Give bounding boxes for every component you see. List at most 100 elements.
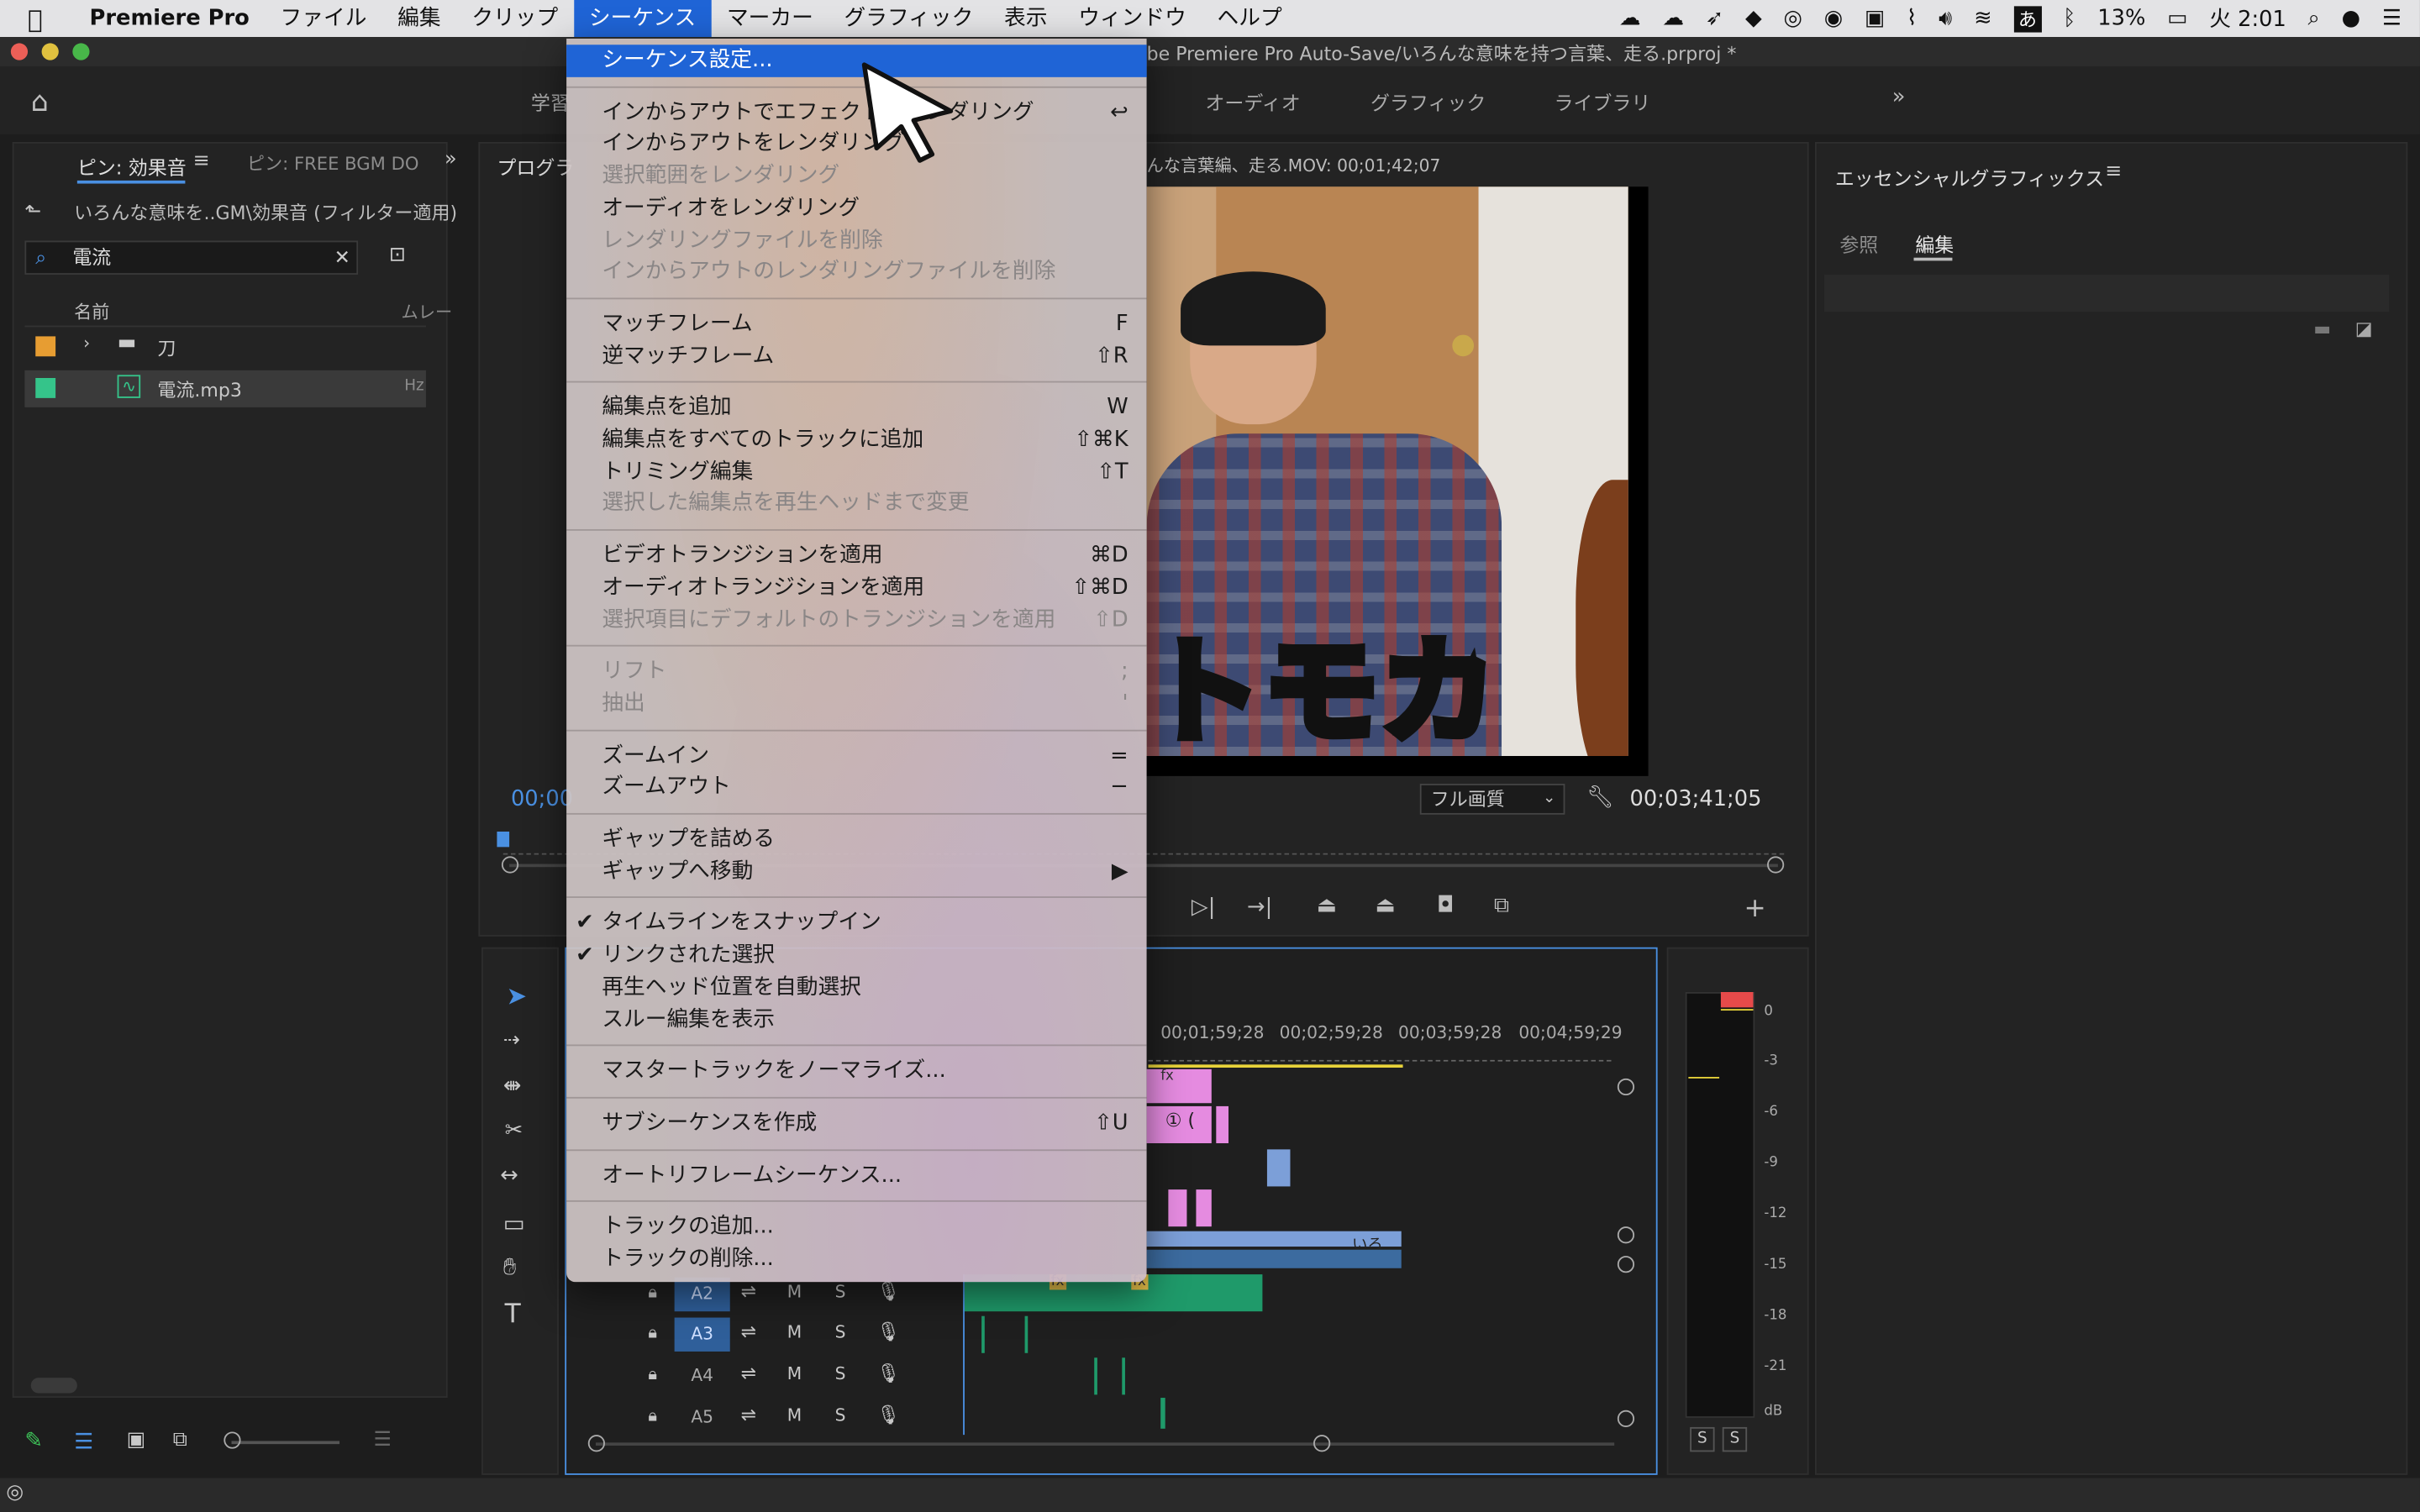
dropbox-icon[interactable]: ◆ [1745,6,1762,30]
clock[interactable]: 火 2:01 [2209,3,2286,34]
program-tab[interactable]: プログラ [497,151,574,181]
audio-clip[interactable] [1146,1249,1402,1268]
column-name[interactable]: 名前 [74,299,109,323]
audio-clip[interactable] [981,1315,1028,1353]
menu-item[interactable]: 編集点をすべてのトラックに追加 ⇧⌘K [566,424,1147,457]
display-icon[interactable]: ▣ [1865,6,1885,30]
lift-icon[interactable]: ⏏ [1317,893,1337,917]
menu-item[interactable]: オーディオをレンダリング [566,192,1147,225]
video-clip[interactable] [1146,1068,1212,1104]
microphone-icon[interactable]: 🎙︎ [876,1320,900,1342]
menu-item[interactable]: リンクされた選択 ✔ [566,940,1147,973]
solo-button[interactable]: S [835,1322,846,1342]
menu-item[interactable]: インからアウトでエフェクトをレンダリング ↩ [566,97,1147,129]
track-target[interactable]: A5 [675,1401,730,1435]
audio-clip[interactable] [1160,1398,1165,1429]
sync-lock-icon[interactable]: ⇌ [741,1320,756,1342]
new-layer-icon[interactable]: ◪ [2355,318,2373,339]
slip-tool-icon[interactable]: ↔ [500,1163,518,1188]
menu-item[interactable]: スルー編集を表示 [566,1004,1147,1037]
ime-indicator[interactable]: あ [2013,5,2042,32]
track-target[interactable]: A2 [674,1277,730,1312]
camera-icon[interactable]: ◘ [1437,893,1454,917]
sync-lock-icon[interactable]: ⇌ [741,1404,756,1425]
video-clip[interactable] [1216,1105,1229,1143]
microphone-icon[interactable]: 🎙︎ [876,1280,900,1302]
tab-browse[interactable]: 参照 [1839,228,1878,258]
wifi-icon[interactable]: ≋ [1974,6,1992,30]
menu-item[interactable]: オーディオトランジションを適用 ⇧⌘D [566,572,1147,605]
workspace-tab-audio[interactable]: オーディオ [1205,87,1300,116]
menu-file[interactable]: ファイル [265,0,382,37]
freeform-view-icon[interactable]: ⧉ [173,1429,187,1452]
solo-button[interactable]: S [835,1364,846,1384]
step-forward-icon[interactable]: ▷| [1192,895,1215,919]
microphone-icon[interactable]: 🎙︎ [876,1404,900,1425]
timeline-playhead[interactable] [963,1274,965,1436]
zoom-bar-handle-left[interactable] [501,856,519,874]
track-target[interactable]: A3 [674,1317,730,1352]
menu-item[interactable]: トラックの削除... [566,1243,1147,1276]
timeline-horizontal-scrollbar[interactable] [595,1442,1615,1446]
menu-item[interactable]: オートリフレームシーケンス... [566,1159,1147,1192]
zoom-slider-handle[interactable] [224,1431,241,1449]
pencil-icon[interactable]: ✎ [24,1429,43,1453]
program-video-frame[interactable]: トモカ [1146,186,1628,756]
scroll-handle-left[interactable] [587,1435,605,1452]
app-menu[interactable]: Premiere Pro [71,0,265,37]
playhead-timecode[interactable]: 00;00 [511,787,573,811]
essential-graphics-title[interactable]: エッセンシャルグラフィックス [1835,162,2104,192]
zoom-window-button[interactable] [72,43,90,60]
menu-window[interactable]: ウィンドウ [1063,0,1202,37]
close-window-button[interactable] [10,43,29,60]
broadcast-icon[interactable]: ◉ [1824,6,1843,30]
workspace-overflow-icon[interactable]: » [1892,85,1906,109]
menu-help[interactable]: ヘルプ [1202,0,1297,37]
track-lock-icon[interactable]: 🔒︎ [648,1405,657,1427]
vscroll-handle-bottom[interactable] [1617,1410,1635,1427]
search-icon[interactable]: ⌕ [2308,6,2320,30]
clear-search-icon[interactable]: ✕ [334,242,350,273]
selection-tool-icon[interactable]: ➤ [506,981,527,1011]
scroll-handle-right[interactable] [1313,1435,1331,1452]
menu-item[interactable]: インからアウトをレンダリング [566,129,1147,161]
disclosure-chevron-icon[interactable]: › [83,333,90,354]
menu-item[interactable]: 逆マッチフレーム ⇧R [566,340,1147,373]
menu-item[interactable]: ズームアウト − [566,772,1147,805]
menu-clip[interactable]: クリップ [456,0,574,37]
project-tab-effects[interactable]: ピン: 効果音 [77,151,187,181]
project-scrollbar[interactable] [30,1378,77,1394]
creative-cloud-icon[interactable]: ◎ [1784,6,1802,30]
menu-item[interactable]: マッチフレーム F [566,308,1147,341]
menu-edit[interactable]: 編集 [382,0,456,37]
sort-icon[interactable]: ☰ [373,1429,391,1452]
add-button-icon[interactable]: + [1744,893,1765,924]
mute-button[interactable]: M [787,1282,802,1302]
work-area-bar[interactable] [1148,1064,1403,1068]
video-clip[interactable] [1266,1149,1291,1187]
menu-item[interactable]: トラックの追加... [566,1211,1147,1244]
solo-button[interactable]: S [835,1282,846,1302]
folder-icon[interactable]: ▬ [2313,318,2331,339]
cloud-sync-icon[interactable]: ☁ [1662,6,1684,30]
paperclip-icon[interactable]: ⌇ [1907,6,1918,30]
extract-icon[interactable]: ⏏ [1375,893,1395,917]
siri-icon[interactable]: ● [2342,6,2360,30]
vscroll-handle-mid[interactable] [1617,1226,1635,1244]
solo-button[interactable]: S [835,1405,846,1425]
icon-view-icon[interactable]: ▣ [127,1429,146,1452]
minimize-window-button[interactable] [41,43,59,60]
mute-button[interactable]: M [787,1405,802,1425]
battery-icon[interactable]: ▭ [2167,6,2187,30]
tab-menu-icon[interactable]: ≡ [193,150,210,173]
menu-item[interactable]: トリミング編集 ⇧T [566,456,1147,489]
menu-item[interactable]: 編集点を追加 W [566,392,1147,425]
microphone-icon[interactable]: 🎙︎ [876,1362,900,1384]
list-view-icon[interactable]: ☰ [74,1431,93,1455]
track-select-tool-icon[interactable]: ⇢ [503,1029,520,1053]
bluetooth-icon[interactable]: ᛒ [2063,6,2075,30]
ripple-edit-tool-icon[interactable]: ⇼ [503,1074,522,1098]
menu-sequence[interactable]: シーケンス [573,0,712,38]
track-target[interactable]: A4 [675,1359,730,1393]
panel-menu-icon[interactable]: ≡ [2105,160,2122,184]
